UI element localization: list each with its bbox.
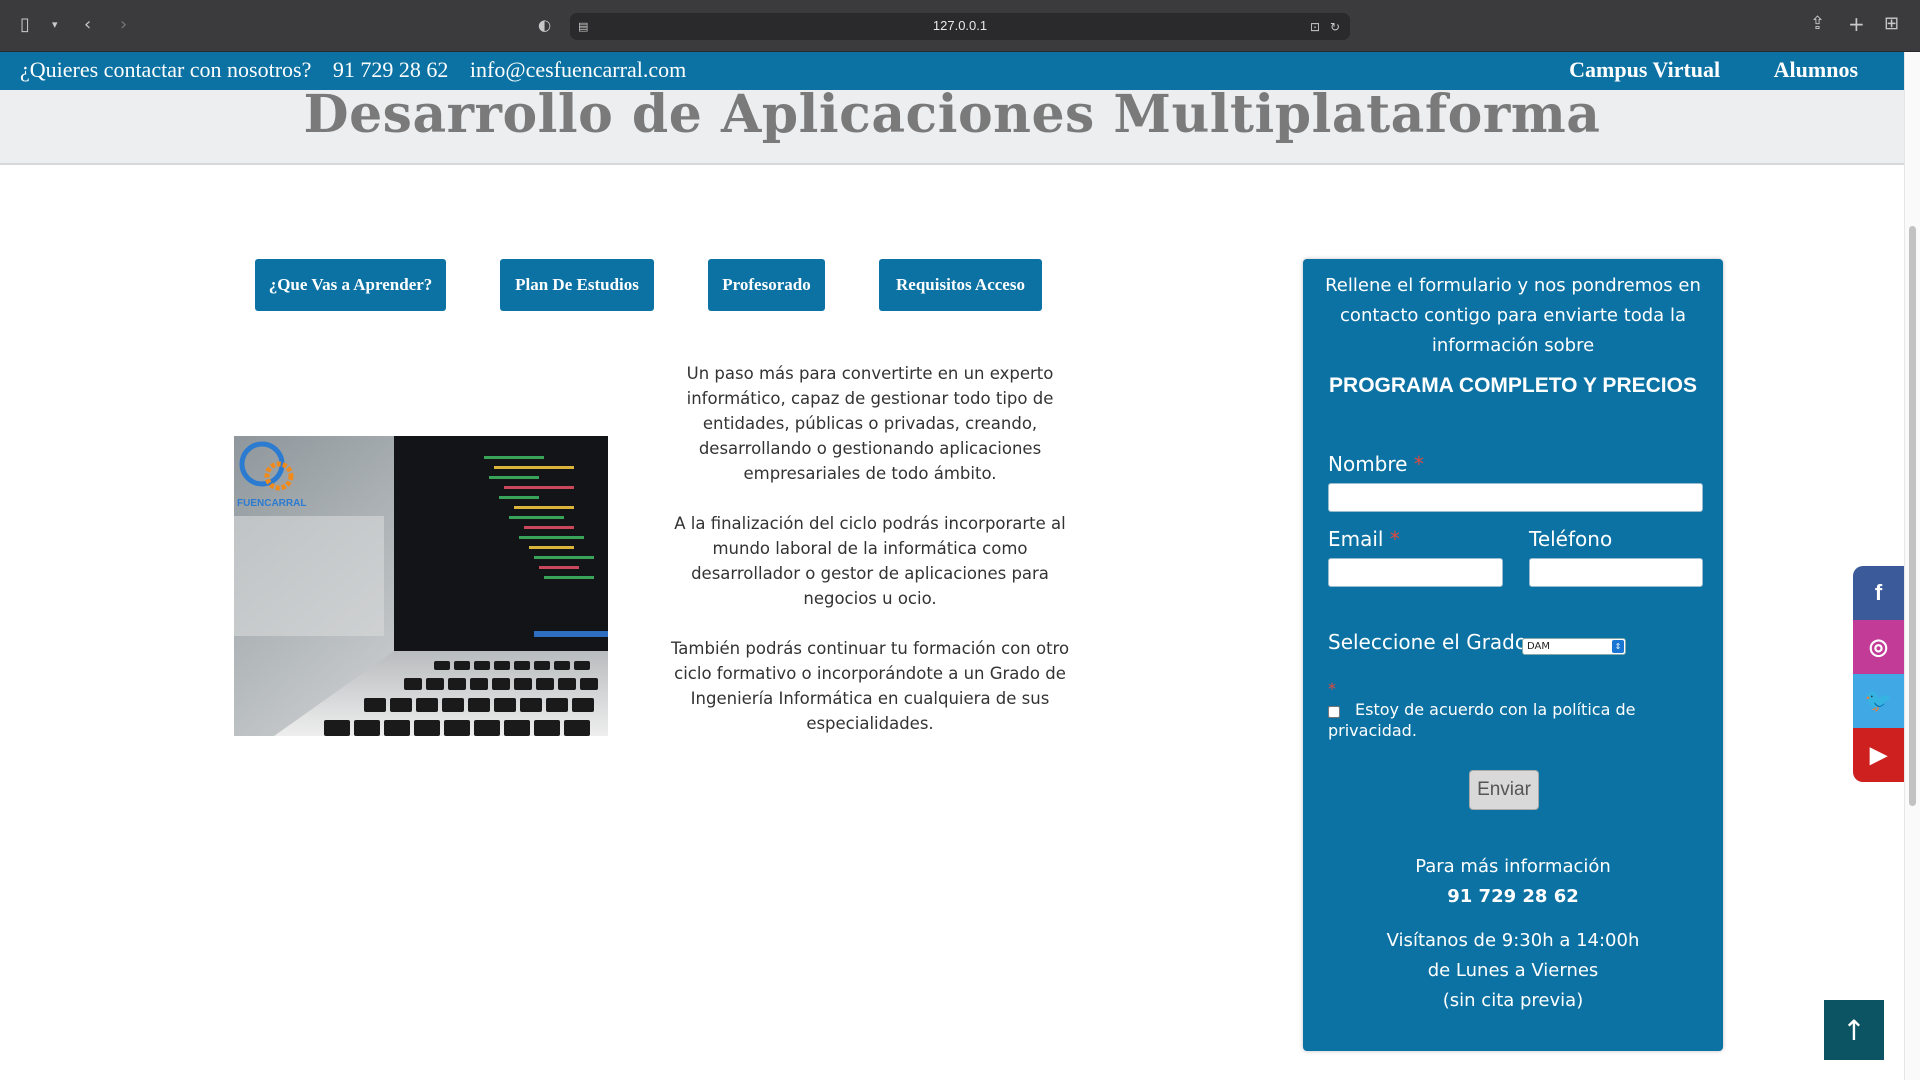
new-tab-icon[interactable]: + — [1848, 12, 1865, 36]
visit-appointment: (sin cita previa) — [1442, 990, 1584, 1011]
campus-virtual-link[interactable]: Campus Virtual — [1569, 57, 1720, 82]
course-description: Un paso más para convertirte en un exper… — [670, 361, 1070, 761]
laptop-image: FUENCARRAL — [234, 436, 608, 736]
contact-form: Rellene el formulario y nos pondremos en… — [1303, 259, 1723, 1051]
phone-label: Teléfono — [1529, 527, 1613, 551]
description-paragraph: Un paso más para convertirte en un exper… — [686, 364, 1054, 483]
page-title: Desarrollo de Aplicaciones Multiplatafor… — [303, 90, 1601, 145]
privacy-required-mark: * — [1328, 679, 1336, 698]
forward-icon[interactable]: › — [120, 13, 127, 37]
instagram-icon[interactable]: ◎ — [1853, 620, 1904, 674]
grade-select[interactable]: DAM ⇕ — [1522, 638, 1626, 655]
contact-email[interactable]: info@cesfuencarral.com — [470, 57, 686, 82]
page-hero: Desarrollo de Aplicaciones Multiplatafor… — [0, 90, 1904, 165]
share-icon[interactable]: ⇪ — [1810, 12, 1825, 36]
contact-info: ¿Quieres contactar con nosotros? 91 729 … — [20, 57, 702, 83]
name-field[interactable] — [1328, 483, 1703, 512]
contact-question: ¿Quieres contactar con nosotros? — [20, 57, 312, 82]
twitter-icon[interactable]: 🐦 — [1853, 674, 1904, 728]
tab-profesorado[interactable]: Profesorado — [708, 259, 825, 311]
description-paragraph: A la finalización del ciclo podrás incor… — [674, 514, 1066, 608]
url-text: 127.0.0.1 — [932, 18, 988, 33]
facebook-icon[interactable]: f — [1853, 566, 1904, 620]
translate-icon[interactable]: ⊡ — [1310, 15, 1320, 39]
reload-icon[interactable]: ↻ — [1330, 15, 1340, 39]
email-label: Email * — [1328, 527, 1400, 551]
form-program-heading: PROGRAMA COMPLETO Y PRECIOS — [1329, 374, 1697, 397]
tab-requisitos-acceso[interactable]: Requisitos Acceso — [879, 259, 1042, 311]
laptop-illustration — [234, 436, 608, 736]
more-info-label: Para más información — [1415, 856, 1611, 877]
contact-phone[interactable]: 91 729 28 62 — [333, 57, 449, 82]
address-bar[interactable]: ▤ 127.0.0.1 ⊡ ↻ — [570, 13, 1350, 40]
back-icon[interactable]: ‹ — [84, 13, 91, 37]
select-arrows-icon: ⇕ — [1612, 640, 1624, 653]
back-to-top-button[interactable]: ↑ — [1824, 1000, 1884, 1060]
visit-hours: Visítanos de 9:30h a 14:00h — [1386, 930, 1640, 951]
form-intro: Rellene el formulario y nos pondremos en… — [1325, 275, 1701, 356]
grade-select-value: DAM — [1527, 641, 1550, 652]
submit-button[interactable]: Enviar — [1469, 770, 1539, 810]
description-paragraph: También podrás continuar tu formación co… — [670, 639, 1070, 733]
site-topbar: ¿Quieres contactar con nosotros? 91 729 … — [0, 52, 1904, 90]
chevron-down-icon[interactable]: ▾ — [52, 13, 58, 37]
tab-plan-de-estudios[interactable]: Plan De Estudios — [500, 259, 654, 311]
arrow-up-icon: ↑ — [1842, 1013, 1866, 1047]
top-links: Campus Virtual Alumnos — [1521, 57, 1858, 83]
more-info-phone[interactable]: 91 729 28 62 — [1303, 882, 1723, 912]
tab-overview-icon[interactable]: ⊞ — [1884, 12, 1899, 36]
scrollbar-thumb[interactable] — [1909, 226, 1916, 806]
sidebar-toggle-icon[interactable]: ▯ — [20, 13, 30, 37]
grade-label: Seleccione el Grado — [1328, 630, 1528, 654]
name-label: Nombre * — [1328, 452, 1424, 476]
tab-que-vas-a-aprender[interactable]: ¿Que Vas a Aprender? — [255, 259, 446, 311]
privacy-label: Estoy de acuerdo con la política de priv… — [1328, 700, 1636, 740]
phone-field[interactable] — [1529, 558, 1703, 587]
alumnos-link[interactable]: Alumnos — [1774, 57, 1858, 82]
email-field[interactable] — [1328, 558, 1503, 587]
visit-days: de Lunes a Viernes — [1427, 960, 1599, 981]
browser-toolbar: ▯ ▾ ‹ › ◐ ▤ 127.0.0.1 ⊡ ↻ ⇪ + ⊞ — [0, 0, 1920, 52]
youtube-icon[interactable]: ▶ — [1853, 728, 1904, 782]
more-info: Para más información 91 729 28 62 Visíta… — [1303, 852, 1723, 1016]
logo-text: FUENCARRAL — [237, 498, 307, 509]
shield-icon[interactable]: ◐ — [538, 13, 551, 37]
